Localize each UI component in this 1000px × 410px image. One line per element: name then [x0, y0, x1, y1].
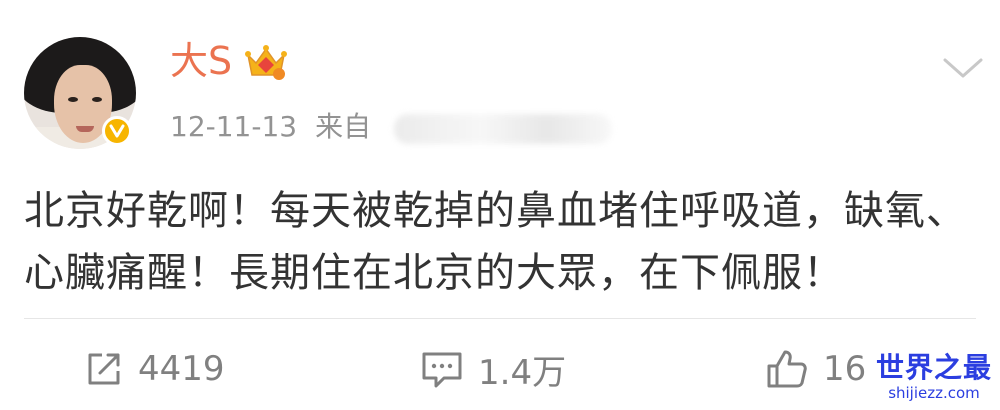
verified-icon	[102, 116, 132, 146]
like-button[interactable]: 16	[765, 341, 866, 397]
post-content: 北京好乾啊！每天被乾掉的鼻血堵住呼吸道，缺氧、心臟痛醒！長期住在北京的大眾，在下…	[24, 188, 967, 296]
like-icon	[767, 350, 807, 388]
post-time[interactable]: 12-11-13	[170, 109, 297, 145]
comment-button[interactable]: 1.4万	[420, 341, 566, 397]
comment-icon	[422, 352, 462, 388]
watermark-title: 世界之最	[875, 351, 992, 384]
source-label: 来自	[315, 110, 372, 143]
watermark-url: shijiezz.com	[888, 384, 980, 402]
site-watermark: 世界之最 shijiezz.com	[868, 351, 1000, 403]
comment-count: 1.4万	[478, 352, 567, 393]
repost-count: 4419	[138, 349, 225, 389]
crown-badge-icon	[245, 45, 287, 80]
like-count: 16	[823, 349, 867, 389]
post-meta: 12-11-13 来自	[170, 109, 371, 145]
chevron-down-icon[interactable]	[942, 55, 984, 81]
divider	[24, 318, 976, 319]
weibo-post-card: 大S 12-11-13 来自 北京好乾啊！每天被乾掉的鼻血堵住呼吸道，缺氧、心臟痛…	[0, 0, 1000, 410]
blurred-source	[394, 114, 612, 144]
username-link[interactable]: 大S	[170, 38, 232, 84]
repost-button[interactable]: 4419	[84, 341, 225, 397]
repost-icon	[88, 353, 120, 385]
